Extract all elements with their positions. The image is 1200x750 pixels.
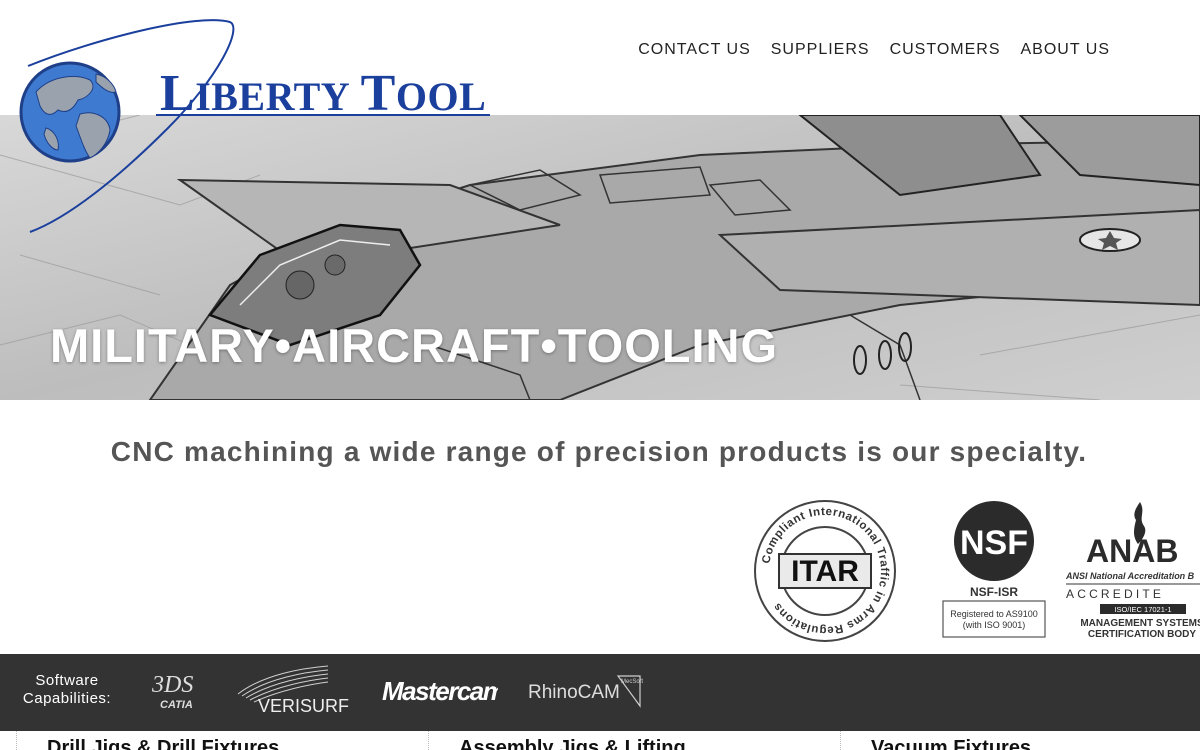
main-nav: CONTACT US SUPPLIERS CUSTOMERS ABOUT US	[638, 41, 1110, 59]
mastercam-text: Mastercam	[382, 676, 498, 706]
category-drill-jigs[interactable]: Drill Jigs & Drill Fixtures	[16, 731, 279, 750]
product-categories: Drill Jigs & Drill Fixtures Assembly Jig…	[0, 731, 1200, 750]
tagline: CNC machining a wide range of precision …	[110, 436, 1088, 467]
catia-text: CATIA	[160, 699, 193, 711]
category-assembly-jigs[interactable]: Assembly Jigs & Lifting	[428, 731, 686, 750]
nsf-sub: NSF-ISR	[970, 585, 1018, 599]
liberty-tool-logo[interactable]: LIBERTY TOOL	[18, 18, 498, 238]
brand-word-tool: OOL	[395, 74, 487, 119]
anab-logo-text: ANAB	[1086, 533, 1178, 569]
rhinocam-text: RhinoCAM	[528, 682, 620, 703]
logo-underline	[156, 114, 490, 116]
software-label-line1: Software	[35, 672, 99, 689]
itar-label: ITAR	[791, 555, 859, 588]
category-vacuum-fixtures[interactable]: Vacuum Fixtures	[840, 731, 1031, 750]
page: CONTACT US SUPPLIERS CUSTOMERS ABOUT US	[0, 0, 1200, 750]
catia-logo-icon: 3DS CATIA	[151, 672, 193, 711]
verisurf-logo-icon: VERISURF	[237, 665, 349, 716]
nsf-box-line2: (with ISO 9001)	[963, 620, 1026, 630]
software-label-line2: Capabilities:	[22, 690, 112, 707]
category-drill-jigs-label[interactable]: Drill Jigs & Drill Fixtures	[47, 731, 279, 750]
nav-about-us[interactable]: ABOUT US	[1021, 41, 1111, 59]
category-vacuum-fixtures-label[interactable]: Vacuum Fixtures	[871, 731, 1031, 750]
mastercam-logo-icon: Mastercam	[382, 676, 498, 706]
rhinocam-badge-text: MecSoft	[621, 679, 643, 685]
nsf-box-line1: Registered to AS9100	[950, 609, 1038, 619]
nsf-isr-badge: NSF NSF-ISR Registered to AS9100 (with I…	[940, 500, 1048, 640]
anab-line5: CERTIFICATION BODY	[1088, 629, 1196, 640]
hero-title: MILITARY•AIRCRAFT•TOOLING	[50, 319, 779, 372]
verisurf-text: VERISURF	[258, 696, 349, 716]
svg-text:3DS: 3DS	[151, 672, 193, 698]
brand-word-liberty: IBERTY	[195, 74, 351, 119]
globe-swoosh-icon	[19, 19, 235, 233]
software-label: Software Capabilities:	[22, 672, 112, 708]
anab-line3: ISO/IEC 17021-1	[1114, 605, 1171, 614]
nav-customers[interactable]: CUSTOMERS	[890, 41, 1001, 59]
anab-line4: MANAGEMENT SYSTEMS	[1080, 618, 1200, 629]
anab-line1: ANSI National Accreditation B	[1065, 571, 1195, 581]
category-assembly-jigs-label[interactable]: Assembly Jigs & Lifting	[459, 731, 686, 750]
nav-suppliers[interactable]: SUPPLIERS	[771, 41, 870, 59]
software-capabilities-bar: Software Capabilities: 3DS CATIA VERISUR…	[0, 654, 1200, 731]
anab-badge: ANAB ANSI National Accreditation B ACCRE…	[1062, 500, 1200, 642]
nsf-logo-text: NSF	[960, 524, 1028, 562]
rhinocam-logo-icon: RhinoCAM MecSoft	[528, 675, 643, 708]
anab-line2: ACCREDITE	[1066, 587, 1164, 601]
nav-contact-us[interactable]: CONTACT US	[638, 41, 751, 59]
itar-badge: Compliant International Traffic in Arms …	[752, 498, 898, 644]
